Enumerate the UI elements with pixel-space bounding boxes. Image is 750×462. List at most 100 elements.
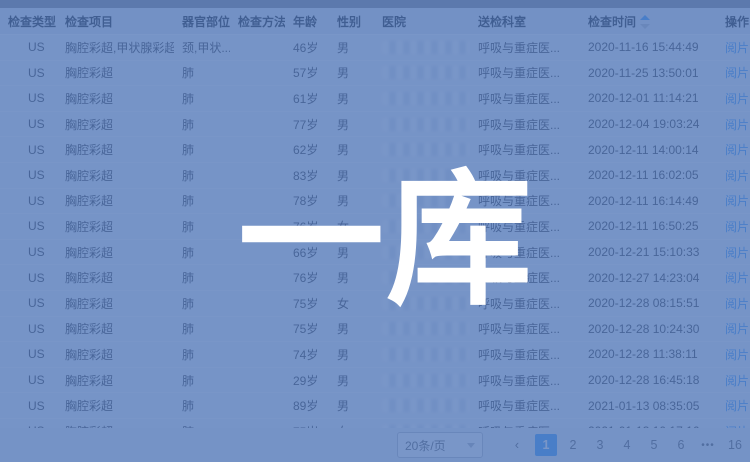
cell-exam-item: 胸腔彩超 bbox=[57, 239, 174, 265]
cell-gender: 女 bbox=[329, 214, 374, 240]
cell-method bbox=[230, 290, 285, 316]
pager-ellipsis[interactable]: ••• bbox=[697, 434, 719, 456]
cell-organ: 肺 bbox=[174, 137, 230, 163]
cell-exam-item: 胸腔彩超 bbox=[57, 111, 174, 137]
cell-exam-time: 2020-12-28 08:15:51 bbox=[580, 290, 717, 316]
cell-gender: 男 bbox=[329, 342, 374, 368]
cell-exam-time: 2020-12-27 14:23:04 bbox=[580, 265, 717, 291]
cell-exam-type: US bbox=[0, 316, 57, 342]
cell-exam-type: US bbox=[0, 214, 57, 240]
cell-method bbox=[230, 60, 285, 86]
cell-age: 57岁 bbox=[285, 60, 329, 86]
cell-actions: 阅片 bbox=[717, 367, 750, 393]
pager-page-5[interactable]: 5 bbox=[643, 434, 665, 456]
pager-page-3[interactable]: 3 bbox=[589, 434, 611, 456]
cell-actions: 阅片 bbox=[717, 265, 750, 291]
pager-page-6[interactable]: 6 bbox=[670, 434, 692, 456]
cell-actions: 阅片 bbox=[717, 162, 750, 188]
cell-actions: 阅片 bbox=[717, 316, 750, 342]
cell-method bbox=[230, 342, 285, 368]
hospital-redaction bbox=[382, 271, 470, 284]
cell-hospital bbox=[374, 393, 470, 419]
cell-exam-time: 2020-12-04 19:03:24 bbox=[580, 111, 717, 137]
hospital-redaction bbox=[382, 92, 470, 105]
pager-page-2[interactable]: 2 bbox=[562, 434, 584, 456]
cell-exam-item: 胸腔彩超 bbox=[57, 290, 174, 316]
cell-department: 呼吸与重症医... bbox=[470, 162, 580, 188]
cell-exam-time: 2020-11-25 13:50:01 bbox=[580, 60, 717, 86]
cell-hospital bbox=[374, 239, 470, 265]
prev-page-button[interactable]: ‹ bbox=[506, 434, 528, 456]
cell-exam-time: 2020-12-11 14:00:14 bbox=[580, 137, 717, 163]
cell-actions: 阅片 bbox=[717, 35, 750, 61]
cell-exam-time: 2020-12-11 16:14:49 bbox=[580, 188, 717, 214]
cell-age: 77岁 bbox=[285, 111, 329, 137]
table-row: US 胸腔彩超 肺 61岁 男 呼吸与重症医... 2020-12-01 11:… bbox=[0, 86, 750, 112]
view-film-link[interactable]: 阅片 bbox=[725, 322, 749, 336]
table-row: US 胸腔彩超 肺 89岁 男 呼吸与重症医... 2021-01-13 08:… bbox=[0, 393, 750, 419]
view-film-link[interactable]: 阅片 bbox=[725, 118, 749, 132]
pager-page-16[interactable]: 16 bbox=[724, 434, 746, 456]
view-film-link[interactable]: 阅片 bbox=[725, 271, 749, 285]
pager-page-1[interactable]: 1 bbox=[535, 434, 557, 456]
cell-department: 呼吸与重症医... bbox=[470, 239, 580, 265]
cell-department: 呼吸与重症医... bbox=[470, 316, 580, 342]
cell-method bbox=[230, 86, 285, 112]
column-header-exam-type: 检查类型 bbox=[0, 8, 57, 35]
cell-exam-type: US bbox=[0, 162, 57, 188]
cell-exam-item: 胸腔彩超 bbox=[57, 367, 174, 393]
table-row: US 胸腔彩超 肺 57岁 男 呼吸与重症医... 2020-11-25 13:… bbox=[0, 60, 750, 86]
hospital-redaction bbox=[382, 399, 470, 412]
view-film-link[interactable]: 阅片 bbox=[725, 143, 749, 157]
hospital-redaction bbox=[382, 66, 470, 79]
pager-pages: 123456•••16 bbox=[535, 434, 746, 456]
view-film-link[interactable]: 阅片 bbox=[725, 169, 749, 183]
hospital-redaction bbox=[382, 143, 470, 156]
hospital-redaction bbox=[382, 374, 470, 387]
view-film-link[interactable]: 阅片 bbox=[725, 348, 749, 362]
cell-gender: 男 bbox=[329, 137, 374, 163]
header-row: 检查类型 检查项目 器官部位 检查方法 年龄 性别 医院 送检科室 检查时间 操… bbox=[0, 8, 750, 35]
cell-method bbox=[230, 162, 285, 188]
table-row: US 胸腔彩超 肺 75岁 女 呼吸与重症医... 2020-12-28 08:… bbox=[0, 290, 750, 316]
cell-department: 呼吸与重症医... bbox=[470, 188, 580, 214]
view-film-link[interactable]: 阅片 bbox=[725, 66, 749, 80]
view-film-link[interactable]: 阅片 bbox=[725, 246, 749, 260]
cell-exam-type: US bbox=[0, 86, 57, 112]
cell-age: 62岁 bbox=[285, 137, 329, 163]
cell-actions: 阅片 bbox=[717, 214, 750, 240]
cell-hospital bbox=[374, 214, 470, 240]
cell-exam-time: 2020-12-11 16:02:05 bbox=[580, 162, 717, 188]
view-film-link[interactable]: 阅片 bbox=[725, 374, 749, 388]
cell-actions: 阅片 bbox=[717, 188, 750, 214]
view-film-link[interactable]: 阅片 bbox=[725, 399, 749, 413]
view-film-link[interactable]: 阅片 bbox=[725, 194, 749, 208]
view-film-link[interactable]: 阅片 bbox=[725, 297, 749, 311]
cell-gender: 男 bbox=[329, 367, 374, 393]
view-film-link[interactable]: 阅片 bbox=[725, 220, 749, 234]
cell-exam-time: 2021-01-13 08:35:05 bbox=[580, 393, 717, 419]
cell-organ: 肺 bbox=[174, 86, 230, 112]
table-row: US 胸腔彩超 肺 75岁 男 呼吸与重症医... 2020-12-28 10:… bbox=[0, 316, 750, 342]
cell-exam-item: 胸腔彩超 bbox=[57, 137, 174, 163]
view-film-link[interactable]: 阅片 bbox=[725, 41, 749, 55]
cell-exam-time: 2020-12-01 11:14:21 bbox=[580, 86, 717, 112]
cell-organ: 肺 bbox=[174, 265, 230, 291]
cell-exam-item: 胸腔彩超 bbox=[57, 86, 174, 112]
cell-age: 83岁 bbox=[285, 162, 329, 188]
page-size-select[interactable]: 20条/页 bbox=[397, 432, 483, 458]
cell-organ: 肺 bbox=[174, 214, 230, 240]
cell-department: 呼吸与重症医... bbox=[470, 60, 580, 86]
sort-caret-icon[interactable] bbox=[640, 15, 650, 29]
hospital-redaction bbox=[382, 348, 470, 361]
cell-method bbox=[230, 111, 285, 137]
view-film-link[interactable]: 阅片 bbox=[725, 92, 749, 106]
cell-hospital bbox=[374, 367, 470, 393]
cell-exam-item: 胸腔彩超 bbox=[57, 188, 174, 214]
pager-page-4[interactable]: 4 bbox=[616, 434, 638, 456]
hospital-redaction bbox=[382, 297, 470, 310]
cell-exam-type: US bbox=[0, 111, 57, 137]
cell-department: 呼吸与重症医... bbox=[470, 367, 580, 393]
cell-exam-type: US bbox=[0, 290, 57, 316]
column-header-exam-time[interactable]: 检查时间 bbox=[580, 8, 717, 35]
